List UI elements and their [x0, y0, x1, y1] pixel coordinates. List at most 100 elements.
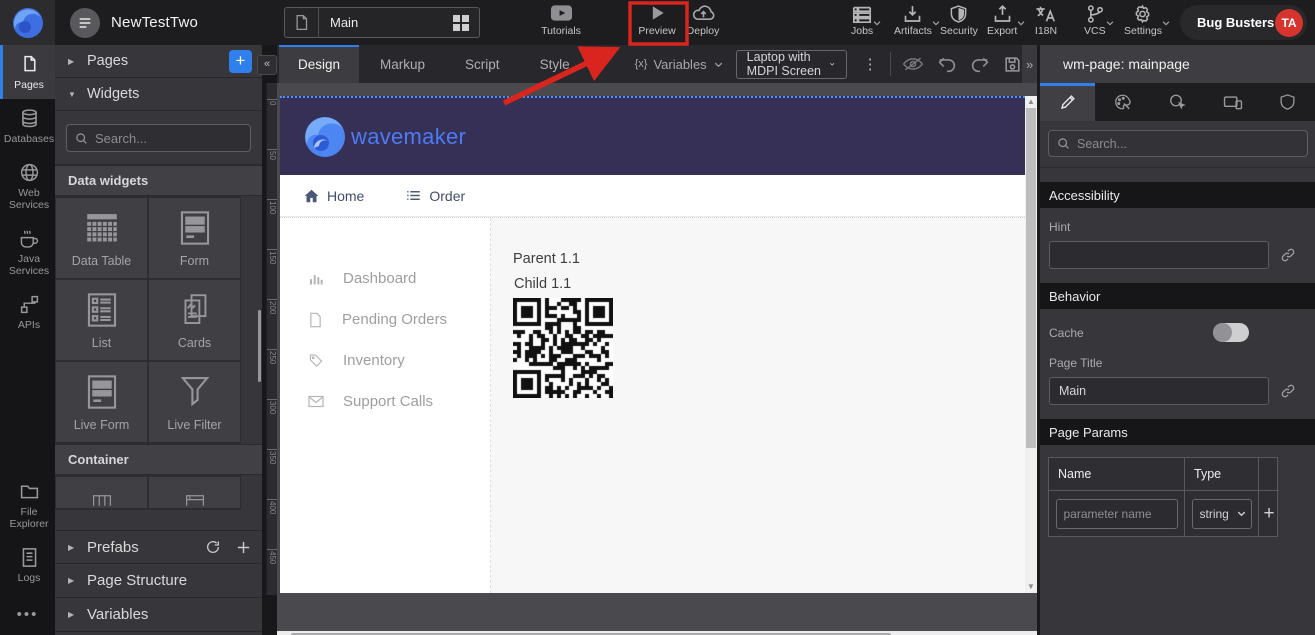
rail-item-file-explorer[interactable]: File Explorer: [0, 472, 55, 538]
page-title-input[interactable]: [1049, 377, 1269, 405]
tutorials-button[interactable]: Tutorials: [533, 3, 589, 37]
rail-item-pages[interactable]: Pages: [0, 45, 55, 99]
tab-properties[interactable]: [1040, 83, 1095, 121]
canvas-kebab-menu[interactable]: ⋮: [863, 55, 878, 73]
deploy-button[interactable]: Deploy: [675, 3, 731, 37]
artifacts-menu[interactable]: Artifacts: [894, 4, 932, 37]
widget-panel-partial[interactable]: [149, 477, 240, 508]
left-panel-scrollbar[interactable]: [258, 310, 261, 382]
folder-icon: [19, 481, 40, 502]
scroll-up-arrow[interactable]: ▲: [1025, 96, 1037, 108]
cache-toggle[interactable]: [1213, 323, 1249, 342]
add-page-button[interactable]: +: [229, 50, 252, 73]
widget-live-filter[interactable]: Live Filter: [149, 362, 240, 442]
menu-item-support-calls[interactable]: Support Calls: [280, 381, 490, 422]
bind-link-icon[interactable]: [1280, 247, 1296, 263]
behavior-section-header[interactable]: Behavior: [1040, 283, 1315, 309]
bind-link-icon[interactable]: [1280, 383, 1296, 399]
page-params-section-header[interactable]: Page Params: [1040, 419, 1315, 445]
export-menu[interactable]: Export: [987, 4, 1017, 37]
rail-item-java-services[interactable]: Java Services: [0, 219, 55, 285]
param-type-select[interactable]: string: [1192, 499, 1252, 529]
canvas-vertical-scrollbar[interactable]: ▲ ▼: [1025, 96, 1037, 593]
add-param-button[interactable]: +: [1263, 503, 1274, 525]
accessibility-section-header[interactable]: Accessibility: [1040, 182, 1315, 208]
tree-node-child[interactable]: Child 1.1: [513, 276, 1025, 292]
prefabs-accordion[interactable]: ▶ Prefabs: [55, 530, 262, 564]
widget-list[interactable]: List: [56, 280, 147, 360]
collapse-panel-button[interactable]: «: [257, 55, 277, 75]
tab-styles[interactable]: [1095, 83, 1150, 121]
tab-script[interactable]: Script: [446, 45, 519, 83]
scroll-down-arrow[interactable]: ▼: [1025, 581, 1037, 593]
settings-menu[interactable]: Settings: [1124, 4, 1162, 37]
menu-item-dashboard[interactable]: Dashboard: [280, 258, 490, 299]
page-content: Dashboard Pending Orders I: [280, 217, 1025, 593]
widgets-accordion[interactable]: ▼ Widgets: [55, 78, 262, 111]
param-name-input[interactable]: [1056, 499, 1178, 529]
widget-search-input[interactable]: [95, 131, 235, 146]
save-icon[interactable]: [1003, 55, 1022, 74]
scroll-left-arrow[interactable]: ◄: [277, 631, 291, 635]
widget-data-table[interactable]: Data Table: [56, 198, 147, 278]
rail-item-logs[interactable]: Logs: [0, 538, 55, 592]
wavemaker-logo[interactable]: [0, 0, 55, 45]
security-menu[interactable]: Security: [940, 4, 978, 37]
widget-search[interactable]: [66, 124, 251, 152]
user-avatar[interactable]: TA: [1275, 9, 1303, 37]
nav-item-home[interactable]: Home: [304, 188, 364, 204]
page-header-widget[interactable]: wavemaker: [280, 96, 1025, 175]
page-structure-accordion[interactable]: ▶ Page Structure: [55, 564, 262, 598]
redo-icon[interactable]: [970, 55, 990, 73]
rail-item-web-services[interactable]: Web Services: [0, 153, 55, 219]
i18n-menu[interactable]: I18N: [1034, 4, 1058, 37]
tab-design[interactable]: Design: [279, 45, 359, 83]
tree-node-parent[interactable]: Parent 1.1: [513, 251, 1025, 267]
canvas-tool-icons: [902, 45, 1022, 83]
vcs-menu[interactable]: VCS: [1084, 4, 1106, 37]
device-dropdown[interactable]: Laptop with MDPI Screen: [736, 50, 847, 79]
team-button[interactable]: Bug Busters TA: [1180, 5, 1307, 40]
widget-form[interactable]: Form: [149, 198, 240, 278]
variables-dropdown[interactable]: {x} Variables: [635, 45, 724, 83]
rail-bottom: File Explorer Logs •••: [0, 472, 55, 629]
page-grid-icon[interactable]: [453, 15, 479, 31]
add-prefab-icon[interactable]: [235, 539, 252, 556]
widget-cards[interactable]: Cards: [149, 280, 240, 360]
vertical-scroll-thumb[interactable]: [1026, 108, 1036, 448]
refresh-icon[interactable]: [205, 539, 221, 555]
design-canvas-page[interactable]: wavemaker Home Order: [280, 96, 1025, 593]
tab-style[interactable]: Style: [521, 45, 589, 83]
menu-item-pending-orders[interactable]: Pending Orders: [280, 299, 490, 340]
hint-input[interactable]: [1049, 241, 1269, 269]
pages-accordion[interactable]: ▶ Pages +: [55, 45, 262, 78]
rail-item-apis[interactable]: APIs: [0, 285, 55, 339]
tutorials-icon: [550, 3, 573, 23]
tab-inspector[interactable]: [1150, 83, 1205, 121]
widget-container-partial[interactable]: [56, 477, 147, 508]
page-selector[interactable]: Main: [284, 7, 480, 38]
qr-code[interactable]: [513, 298, 613, 398]
hide-widgets-icon[interactable]: [902, 55, 924, 73]
tab-security[interactable]: [1260, 83, 1315, 121]
variables-accordion[interactable]: ▶ Variables: [55, 598, 262, 632]
property-search[interactable]: [1048, 130, 1308, 157]
tab-devices[interactable]: [1205, 83, 1260, 121]
more-options-icon[interactable]: •••: [0, 592, 55, 629]
panel-icon: [174, 489, 216, 508]
nav-item-order[interactable]: Order: [406, 188, 465, 204]
cards-icon: [174, 290, 216, 330]
menu-item-inventory[interactable]: Inventory: [280, 340, 490, 381]
rail-item-databases[interactable]: Databases: [0, 99, 55, 153]
toolbar-overflow-chevron[interactable]: »: [1022, 45, 1037, 83]
property-search-input[interactable]: [1077, 137, 1277, 151]
caret-right-icon: ▶: [68, 57, 78, 66]
scroll-right-arrow[interactable]: ►: [1023, 631, 1037, 635]
widget-live-form[interactable]: Live Form: [56, 362, 147, 442]
chevron-down-icon: [1016, 18, 1026, 28]
canvas-horizontal-scrollbar[interactable]: ◄ ►: [277, 631, 1037, 635]
jobs-menu[interactable]: Jobs: [851, 4, 873, 37]
tab-markup[interactable]: Markup: [361, 45, 444, 83]
undo-icon[interactable]: [937, 55, 957, 73]
page-title-label: Page Title: [1049, 356, 1306, 370]
